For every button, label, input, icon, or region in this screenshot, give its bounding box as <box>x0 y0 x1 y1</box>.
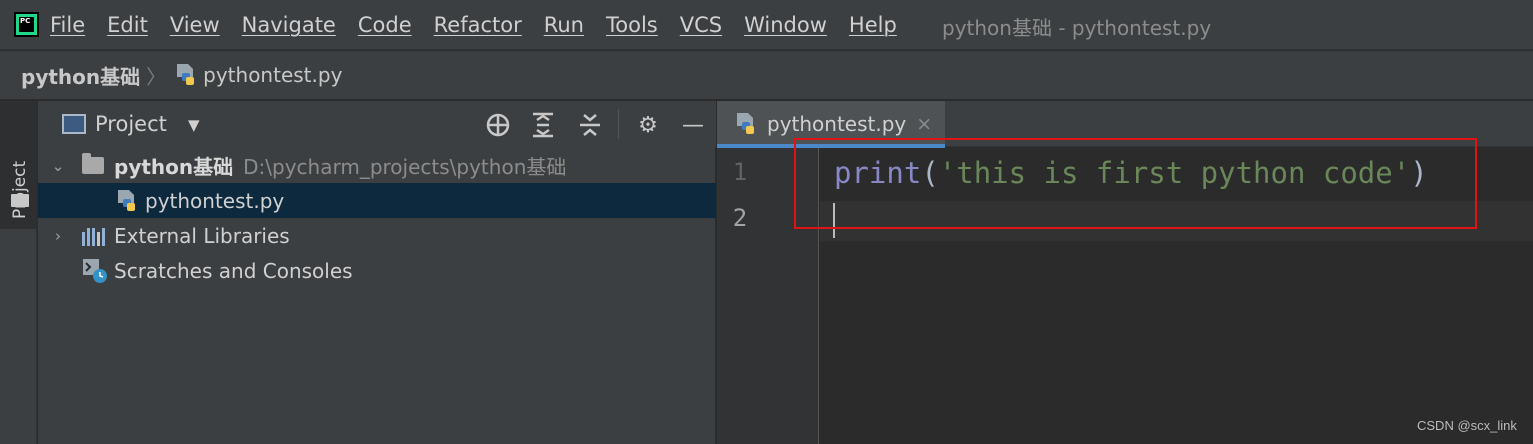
project-panel: Project ▼ ⚙ — ⌄ python基础 D:\pycharm_proj… <box>38 101 716 444</box>
folder-icon <box>11 194 29 207</box>
minimize-icon: — <box>682 112 704 138</box>
python-file-icon <box>116 189 138 213</box>
hide-panel-button[interactable]: — <box>679 111 707 139</box>
watermark: CSDN @scx_link <box>1417 418 1517 433</box>
navigation-bar: python基础 〉 pythontest.py <box>0 51 1533 100</box>
gear-icon: ⚙ <box>638 112 658 138</box>
menu-refactor[interactable]: Refactor <box>434 13 522 37</box>
external-libraries-label: External Libraries <box>114 223 290 248</box>
menu-view[interactable]: View <box>170 13 220 37</box>
settings-button[interactable]: ⚙ <box>634 111 662 139</box>
line-number-current: 2 <box>732 204 748 232</box>
toolbar-divider <box>618 109 619 139</box>
scratches-label: Scratches and Consoles <box>114 258 353 283</box>
menu-run[interactable]: Run <box>544 13 584 37</box>
project-root-name: python基础 <box>114 155 234 179</box>
chevron-down-icon[interactable]: ⌄ <box>48 157 68 175</box>
locate-button[interactable] <box>484 111 512 139</box>
expand-all-button[interactable] <box>529 111 557 139</box>
expand-all-icon <box>533 112 553 138</box>
breadcrumb-separator: 〉 <box>146 64 167 89</box>
project-panel-header: Project ▼ ⚙ — <box>38 101 716 147</box>
close-icon[interactable]: × <box>916 113 932 135</box>
project-tool-tab[interactable]: Project <box>0 101 37 229</box>
chevron-right-icon[interactable]: › <box>48 227 68 245</box>
collapse-all-button[interactable] <box>576 111 604 139</box>
chevron-down-icon[interactable]: ▼ <box>188 116 200 134</box>
menu-code[interactable]: Code <box>358 13 412 37</box>
menu-window[interactable]: Window <box>744 13 827 37</box>
project-panel-title[interactable]: Project <box>95 112 167 136</box>
line-number: 1 <box>732 158 748 186</box>
menu-tools[interactable]: Tools <box>606 13 658 37</box>
menu-bar: PC File Edit View Navigate Code Refactor… <box>0 0 1533 50</box>
main-menu: File Edit View Navigate Code Refactor Ru… <box>50 0 919 50</box>
crosshair-icon <box>486 113 510 137</box>
tree-item-scratches[interactable]: Scratches and Consoles <box>38 253 716 288</box>
project-root-path: D:\pycharm_projects\python基础 <box>243 155 567 179</box>
python-file-icon <box>175 63 197 87</box>
file-name: pythontest.py <box>145 188 285 213</box>
collapse-all-icon <box>580 114 600 136</box>
project-tree: ⌄ python基础 D:\pycharm_projects\python基础 … <box>38 148 716 288</box>
window-title: python基础 - pythontest.py <box>942 16 1212 40</box>
menu-vcs[interactable]: VCS <box>680 13 722 37</box>
pycharm-logo-icon: PC <box>14 12 39 37</box>
project-view-icon <box>62 114 86 134</box>
annotation-highlight-box <box>794 138 1477 229</box>
menu-file[interactable]: File <box>50 13 85 37</box>
libraries-icon <box>82 226 106 246</box>
tree-item-external-libraries[interactable]: › External Libraries <box>38 218 716 253</box>
folder-icon <box>82 153 104 174</box>
project-tool-label: Project <box>10 160 30 219</box>
tree-item-pythontest[interactable]: pythontest.py <box>38 183 716 218</box>
left-tool-stripe: Project <box>0 101 37 444</box>
scratches-icon <box>82 258 108 284</box>
tab-label: pythontest.py <box>767 112 907 136</box>
python-file-icon <box>735 112 757 136</box>
breadcrumb-project[interactable]: python基础 <box>21 61 140 90</box>
menu-help[interactable]: Help <box>849 13 897 37</box>
menu-navigate[interactable]: Navigate <box>242 13 336 37</box>
pycharm-logo-text: PC <box>19 17 34 32</box>
breadcrumb-file[interactable]: pythontest.py <box>203 63 342 87</box>
menu-edit[interactable]: Edit <box>107 13 148 37</box>
tree-item-project-root[interactable]: ⌄ python基础 D:\pycharm_projects\python基础 <box>38 148 716 183</box>
